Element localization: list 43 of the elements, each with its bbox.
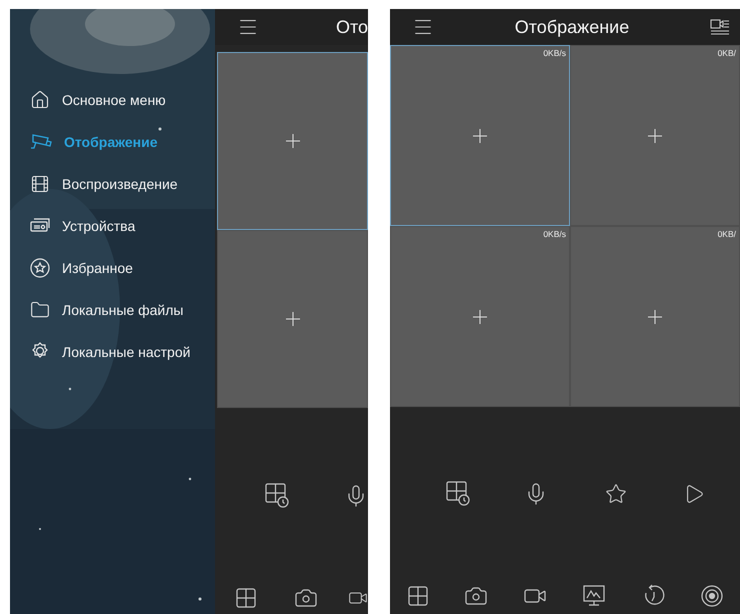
menu-item-label: Основное меню — [62, 92, 166, 108]
film-icon — [30, 174, 50, 194]
add-icon[interactable] — [473, 128, 487, 142]
video-tile[interactable]: 0KB/ — [570, 226, 740, 407]
add-icon[interactable] — [286, 312, 300, 326]
grid-clock-icon[interactable] — [446, 481, 470, 506]
add-icon[interactable] — [648, 128, 662, 142]
video-tile[interactable]: 0KB/s — [390, 45, 570, 226]
bitrate-label: 0KB/s — [543, 48, 566, 58]
screen-title: Отображение — [514, 16, 630, 38]
monitor-chart-icon[interactable] — [582, 584, 606, 608]
grid-icon[interactable] — [406, 584, 430, 608]
add-icon[interactable] — [648, 310, 662, 324]
bitrate-label: 0KB/ — [718, 48, 736, 58]
home-icon — [30, 90, 50, 110]
screen-title: Ото — [336, 16, 368, 38]
menu-item-label: Устройства — [62, 218, 136, 234]
video-list-icon[interactable] — [710, 18, 730, 36]
menu-item-label: Отображение — [64, 134, 158, 150]
menu-item-label: Локальные настрой — [62, 344, 190, 360]
grid-icon[interactable] — [234, 586, 258, 610]
menu-item[interactable]: Локальные файлы — [10, 293, 215, 327]
menu-item[interactable]: Основное меню — [10, 83, 215, 117]
target-icon[interactable] — [700, 584, 724, 608]
video-tile[interactable]: 0KB/s — [390, 226, 570, 407]
menu-item[interactable]: Отображение — [10, 125, 215, 159]
bitrate-label: 0KB/ — [718, 229, 736, 239]
menu-item-label: Локальные файлы — [62, 302, 184, 318]
menu-item-label: Избранное — [62, 260, 133, 276]
menu-item-label: Воспроизведение — [62, 176, 178, 192]
folder-icon — [30, 300, 50, 320]
video-tile[interactable] — [217, 52, 368, 230]
add-icon[interactable] — [473, 310, 487, 324]
add-icon[interactable] — [286, 134, 300, 148]
menu-item[interactable]: Воспроизведение — [10, 167, 215, 201]
menu-item[interactable]: Устройства — [10, 209, 215, 243]
menu-item[interactable]: Избранное — [10, 251, 215, 285]
video-tile[interactable] — [217, 230, 368, 408]
bitrate-label: 0KB/s — [543, 229, 566, 239]
menu-item[interactable]: Локальные настрой — [10, 335, 215, 369]
star-icon[interactable] — [605, 482, 627, 504]
grid-clock-icon[interactable] — [265, 483, 289, 508]
video-tile[interactable]: 0KB/ — [570, 45, 740, 226]
